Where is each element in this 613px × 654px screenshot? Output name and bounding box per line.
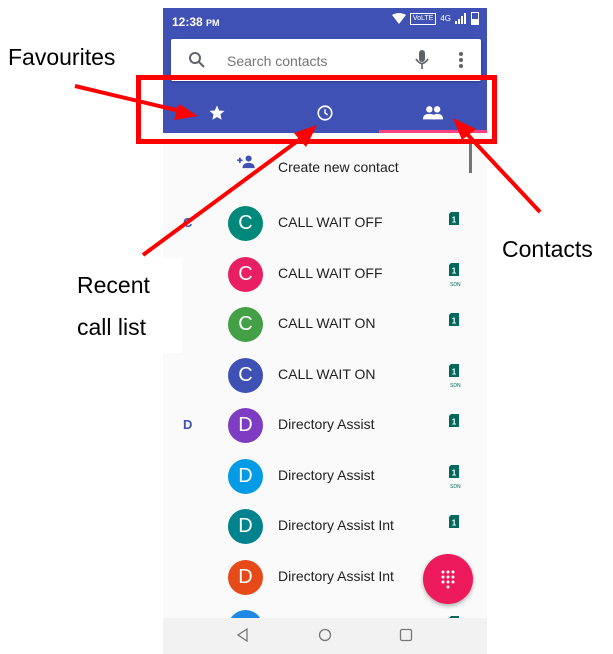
favourites-label: Favourites [8,44,116,70]
search-input[interactable] [227,51,407,71]
sim-sub-label: SDN [450,483,461,490]
add-contact-icon [237,155,255,169]
contact-row[interactable]: C CALL WAIT ON 1 SDN [163,350,487,401]
contact-name: CALL WAIT OFF [278,264,383,281]
create-new-contact-row[interactable]: Create new contact [163,135,487,198]
contact-row[interactable]: D Directory Assist 1 SDN [163,451,487,502]
status-bar: 12:38 PM VoLTE 4G [163,8,487,36]
create-new-contact-label: Create new contact [278,159,399,175]
battery-icon [471,12,479,25]
recent-label-line1: Recent [77,272,150,298]
home-icon[interactable] [318,628,332,642]
sim-number: 1 [452,216,457,225]
sim-number: 1 [452,266,457,275]
contact-avatar: C [228,307,263,342]
sim-number: 1 [452,317,457,326]
sim-sub-label: SDN [450,382,461,389]
status-icons: VoLTE 4G [391,12,479,25]
status-time: 12:38 PM [172,15,220,29]
contact-avatar: C [228,256,263,292]
mic-icon[interactable] [414,49,430,71]
sim-card-icon: 1 [449,363,459,377]
sim-card-icon: 1 [449,515,459,528]
contact-row[interactable]: C C CALL WAIT OFF 1 [163,198,487,249]
network-type: 4G [440,14,451,23]
signal-icon [455,13,466,24]
wifi-icon [391,13,406,24]
scrollbar-thumb[interactable] [469,143,472,173]
recent-label-line2: call list [77,314,147,340]
system-nav-bar [163,618,487,654]
section-letter: D [183,417,193,432]
contacts-label: Contacts [502,236,593,262]
contact-avatar: D [228,559,263,595]
contact-name: Directory Assist Int [278,567,394,584]
volte-badge: VoLTE [409,12,437,25]
sim-card-icon: 1 [449,414,459,427]
sim-sub-label: SDN [450,281,461,288]
sim-card-icon: 1 [449,313,459,326]
sim-number: 1 [452,367,457,376]
contact-avatar: D [228,458,263,494]
contact-avatar: D [228,509,263,544]
search-icon[interactable] [188,51,206,69]
contact-name: CALL WAIT ON [278,315,376,331]
contact-avatar: C [228,206,263,241]
section-letter: C [183,215,193,230]
recents-icon[interactable] [399,628,413,642]
sim-number: 1 [452,468,457,477]
contact-row[interactable]: D D Directory Assist 1 [163,400,487,451]
contact-name: CALL WAIT ON [278,365,376,382]
tabs-highlight-box [136,75,497,144]
sim-number: 1 [452,519,457,528]
contact-name: Directory Assist [278,416,375,432]
contact-avatar: C [228,357,263,393]
contact-name: Directory Assist [278,466,375,483]
sim-card-icon: 1 [449,262,459,276]
more-vert-icon[interactable] [458,51,464,69]
sim-number: 1 [452,418,457,427]
contact-name: Directory Assist Int [278,517,394,533]
dialpad-icon [441,570,455,589]
back-icon[interactable] [236,628,250,642]
contact-avatar: D [228,408,263,443]
contact-name: CALL WAIT OFF [278,214,383,230]
contact-row[interactable]: C CALL WAIT ON 1 [163,299,487,350]
contact-row[interactable]: D Directory Assist Int 1 [163,501,487,552]
dialpad-button[interactable] [423,554,473,604]
sim-card-icon: 1 [449,464,459,478]
contact-row[interactable]: C CALL WAIT OFF 1 SDN [163,249,487,300]
sim-card-icon: 1 [449,212,459,225]
